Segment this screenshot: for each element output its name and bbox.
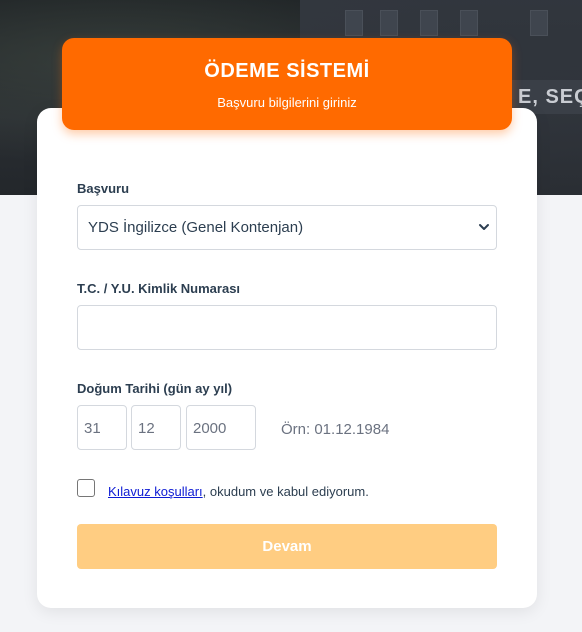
page-title: ÖDEME SİSTEMİ: [204, 60, 370, 82]
background-window: [460, 10, 478, 36]
header-banner: ÖDEME SİSTEMİ Başvuru bilgilerini girini…: [62, 38, 512, 130]
birth-date-example: Örn: 01.12.1984: [281, 421, 390, 438]
consent-suffix: , okudum ve kabul ediyorum.: [202, 484, 369, 499]
background-window: [420, 10, 438, 36]
continue-button[interactable]: Devam: [77, 524, 497, 569]
background-window: [380, 10, 398, 36]
consent-text: Kılavuz koşulları, okudum ve kabul ediyo…: [108, 484, 369, 499]
page-subtitle: Başvuru bilgilerini giriniz: [217, 95, 357, 110]
birth-day-input[interactable]: 31: [77, 405, 127, 450]
chevron-down-icon: [479, 224, 489, 230]
birth-date-label: Doğum Tarihi (gün ay yıl): [77, 381, 233, 396]
birth-month-input[interactable]: 12: [131, 405, 181, 450]
consent-checkbox[interactable]: [77, 479, 95, 497]
guide-terms-link[interactable]: Kılavuz koşulları: [108, 484, 203, 499]
application-select-value: YDS İngilizce (Genel Kontenjan): [88, 219, 304, 236]
birth-year-input[interactable]: 2000: [186, 405, 256, 450]
background-window: [345, 10, 363, 36]
id-number-label: T.C. / Y.U. Kimlik Numarası: [77, 281, 241, 296]
id-number-input[interactable]: [77, 305, 497, 350]
application-select[interactable]: YDS İngilizce (Genel Kontenjan): [77, 205, 497, 250]
background-window: [530, 10, 548, 36]
application-label: Başvuru: [77, 181, 130, 196]
